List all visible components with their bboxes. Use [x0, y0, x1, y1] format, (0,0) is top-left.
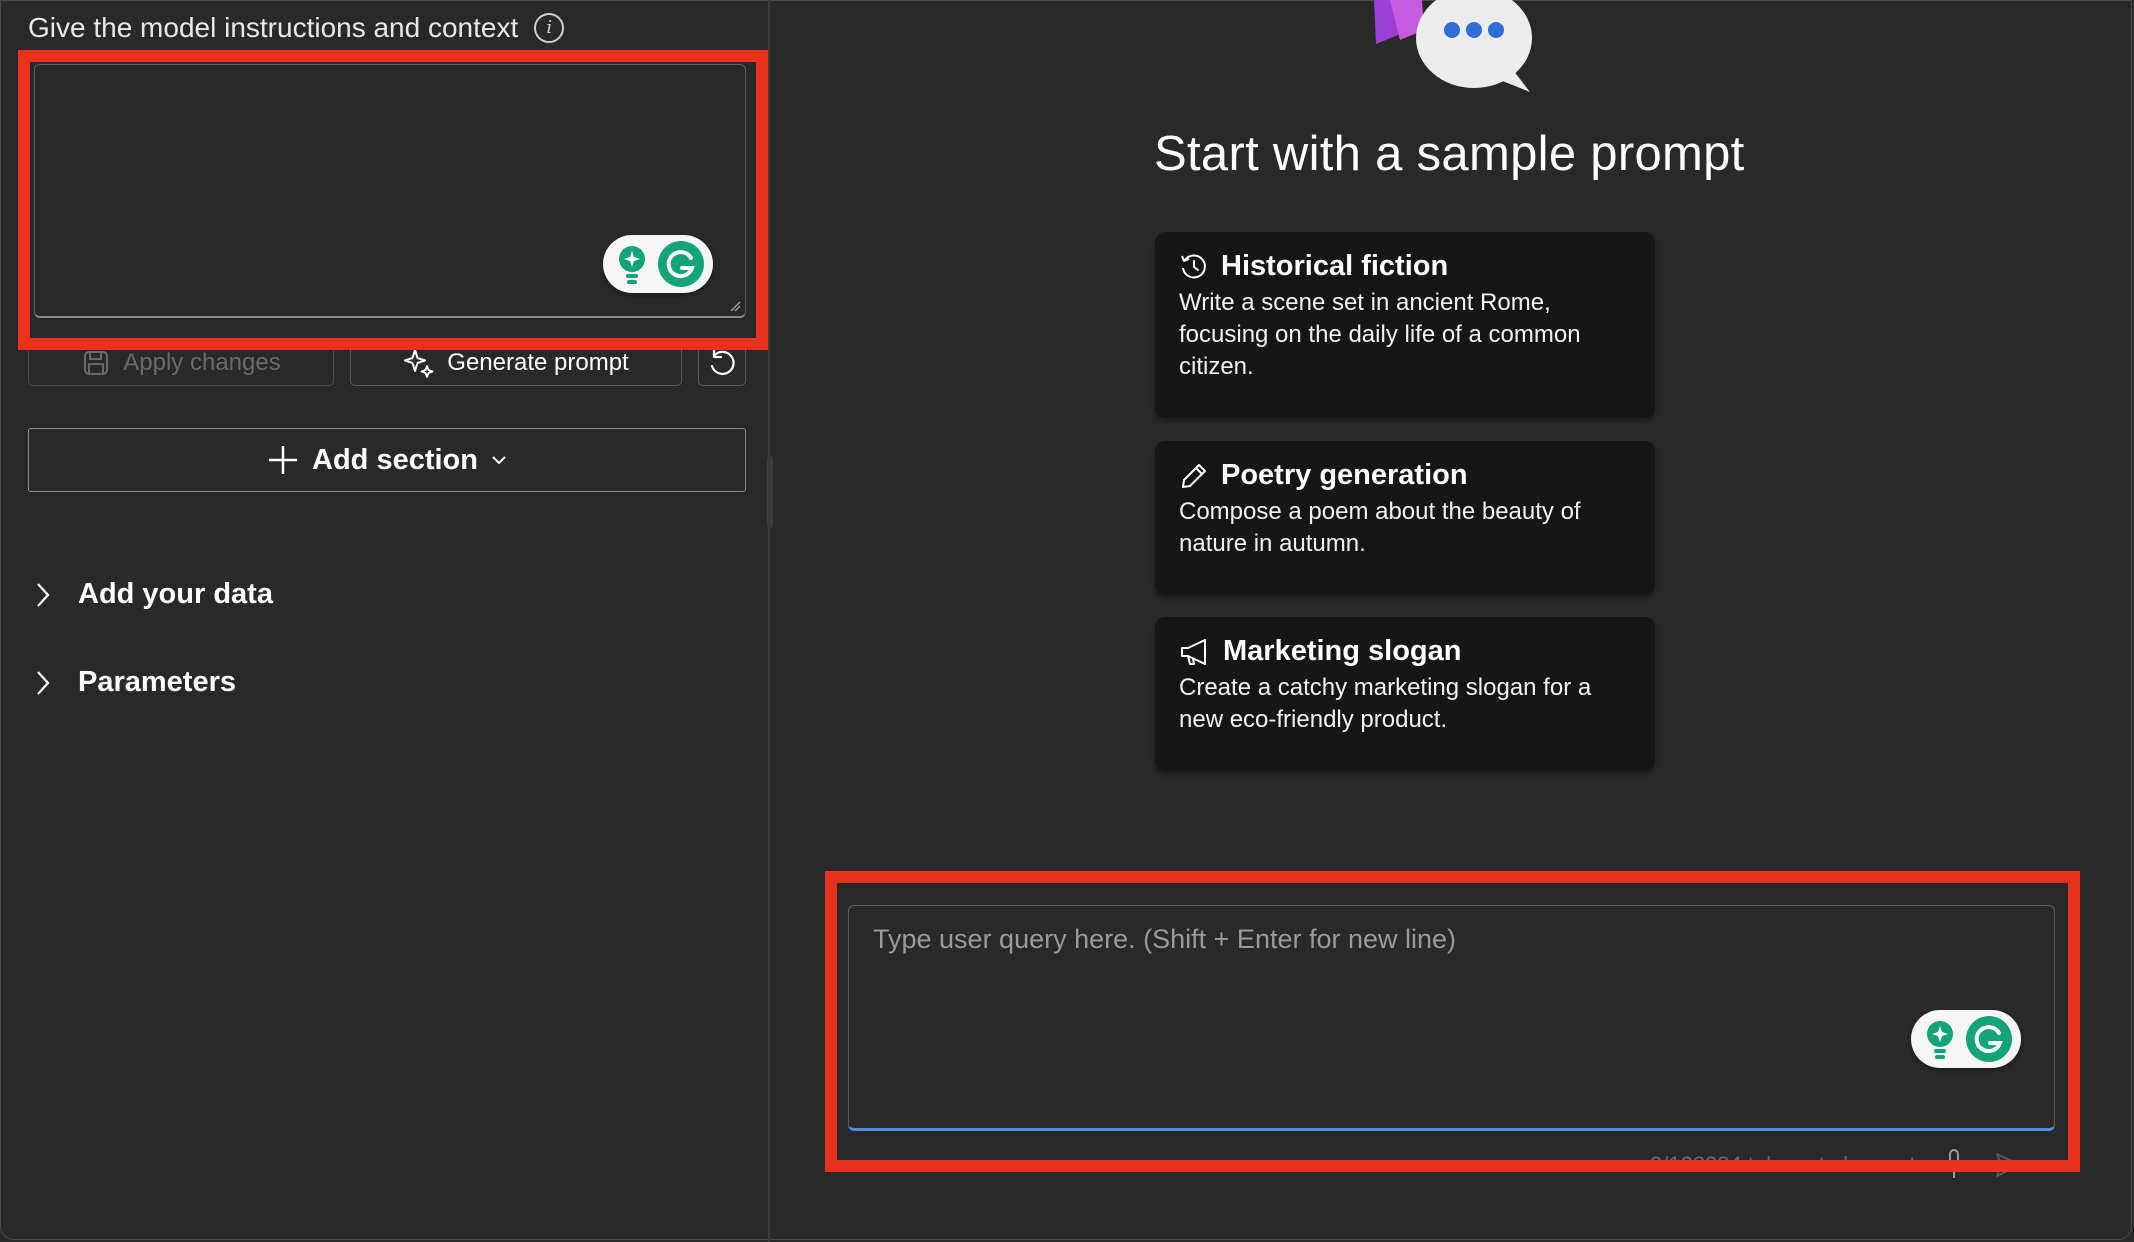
resize-grip-icon[interactable]: [729, 300, 741, 312]
pane-splitter[interactable]: [767, 456, 773, 528]
apply-changes-button[interactable]: Apply changes: [28, 340, 334, 386]
instructions-label-text: Give the model instructions and context: [28, 12, 519, 43]
grammarly-icon: [1966, 1016, 2012, 1062]
sample-prompt-heading: Start with a sample prompt: [1154, 127, 1745, 181]
add-your-data-label: Add your data: [78, 578, 273, 610]
chat-bubble-icon: [1374, 0, 1532, 92]
lightbulb-icon: [1927, 1021, 1953, 1059]
generate-prompt-label: Generate prompt: [447, 349, 629, 376]
plus-icon: [269, 446, 298, 474]
sample-card-title: Poetry generation: [1179, 459, 1633, 492]
grammarly-widget[interactable]: [603, 235, 713, 293]
marketing-slogan-desc: Create a catchy marketing slogan for a n…: [1179, 674, 1592, 733]
parameters-toggle[interactable]: Parameters: [34, 666, 236, 699]
pen-icon: [1182, 463, 1206, 488]
system-message-textarea[interactable]: [34, 64, 746, 318]
apply-changes-label: Apply changes: [123, 349, 281, 376]
historical-fiction-title: Historical fiction: [1221, 250, 1449, 282]
grammarly-icon: [658, 241, 704, 287]
grammarly-widget[interactable]: [1911, 1010, 2021, 1068]
parameters-label: Parameters: [78, 666, 236, 698]
add-section-label: Add section: [312, 443, 478, 476]
sample-card-title: Historical fiction: [1179, 250, 1633, 283]
historical-fiction-desc: Write a scene set in ancient Rome, focus…: [1179, 289, 1581, 380]
poetry-generation-desc: Compose a poem about the beauty of natur…: [1179, 498, 1581, 557]
lightbulb-icon: [619, 246, 645, 284]
send-icon[interactable]: [1993, 1150, 2023, 1180]
marketing-slogan-title: Marketing slogan: [1223, 635, 1462, 667]
sparkle-icon: [404, 349, 434, 378]
generate-prompt-button[interactable]: Generate prompt: [350, 340, 682, 386]
sample-card-title: Marketing slogan: [1179, 635, 1633, 668]
add-your-data-toggle[interactable]: Add your data: [34, 578, 273, 611]
chevron-right-icon: [37, 670, 50, 695]
sample-card-poetry-generation[interactable]: Poetry generation Compose a poem about t…: [1155, 441, 1655, 595]
chevron-down-icon: [492, 456, 506, 465]
info-icon[interactable]: i: [534, 13, 565, 43]
instructions-label: Give the model instructions and context …: [28, 12, 565, 44]
sample-card-marketing-slogan[interactable]: Marketing slogan Create a catchy marketi…: [1155, 617, 1655, 771]
sample-card-historical-fiction[interactable]: Historical fiction Write a scene set in …: [1155, 232, 1655, 418]
save-icon: [84, 351, 109, 375]
megaphone-icon: [1181, 638, 1206, 665]
prompt-actions: Apply changes Generate prompt: [28, 340, 746, 386]
chevron-right-icon: [37, 582, 50, 607]
reset-button[interactable]: [698, 340, 746, 386]
history-icon: [1181, 253, 1206, 278]
add-section-button[interactable]: Add section: [28, 428, 746, 492]
user-query-placeholder: Type user query here. (Shift + Enter for…: [873, 924, 1457, 954]
microphone-icon[interactable]: [1943, 1148, 1965, 1182]
token-count: 0/128384 tokens to be sent: [1650, 1152, 1916, 1177]
undo-icon: [710, 348, 735, 375]
user-query-input[interactable]: Type user query here. (Shift + Enter for…: [848, 905, 2055, 1131]
chat-footer: 0/128384 tokens to be sent: [1650, 1148, 2023, 1182]
system-message-pane: Give the model instructions and context …: [0, 0, 770, 1242]
poetry-generation-title: Poetry generation: [1221, 459, 1468, 491]
